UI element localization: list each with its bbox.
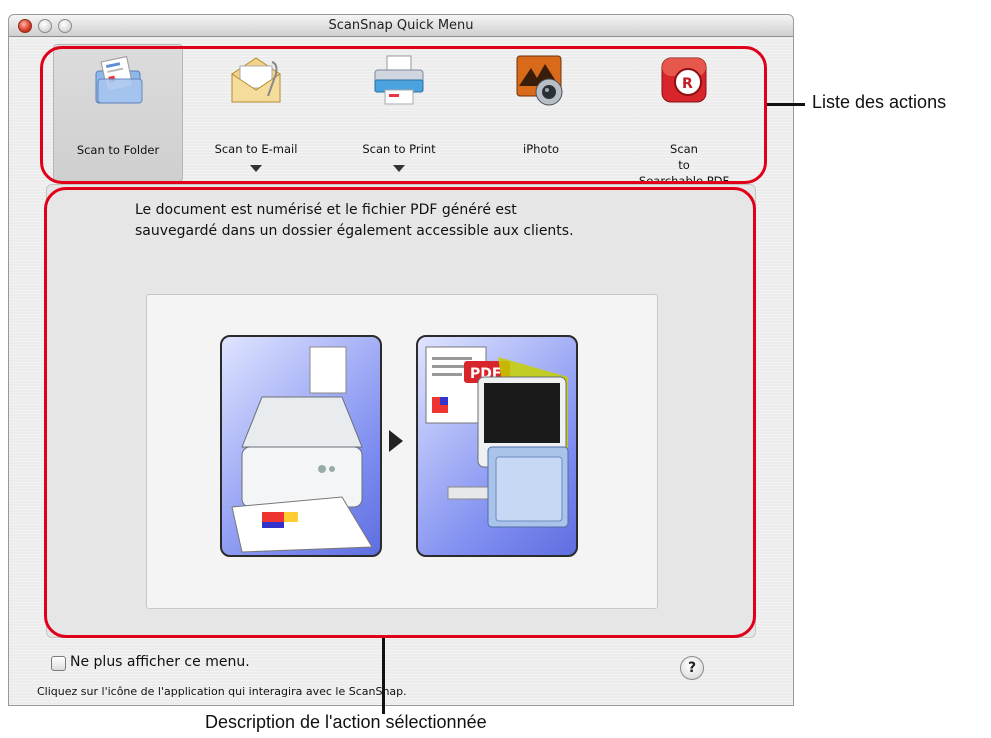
- description-highlight: [44, 187, 756, 638]
- hide-menu-label[interactable]: Ne plus afficher ce menu.: [70, 654, 250, 670]
- callout-line-description: [382, 638, 385, 714]
- action-list-highlight: [40, 46, 767, 184]
- hide-menu-checkbox[interactable]: [51, 656, 66, 671]
- callout-selected-description: Description de l'action sélectionnée: [205, 712, 487, 732]
- title-bar[interactable]: ScanSnap Quick Menu: [9, 15, 793, 37]
- window-title: ScanSnap Quick Menu: [328, 18, 474, 33]
- callout-action-list: Liste des actions: [812, 92, 947, 112]
- footer-hint-text: Cliquez sur l'icône de l'application qui…: [37, 685, 407, 698]
- callout-line-actions: [767, 103, 805, 106]
- help-button[interactable]: ?: [680, 656, 704, 680]
